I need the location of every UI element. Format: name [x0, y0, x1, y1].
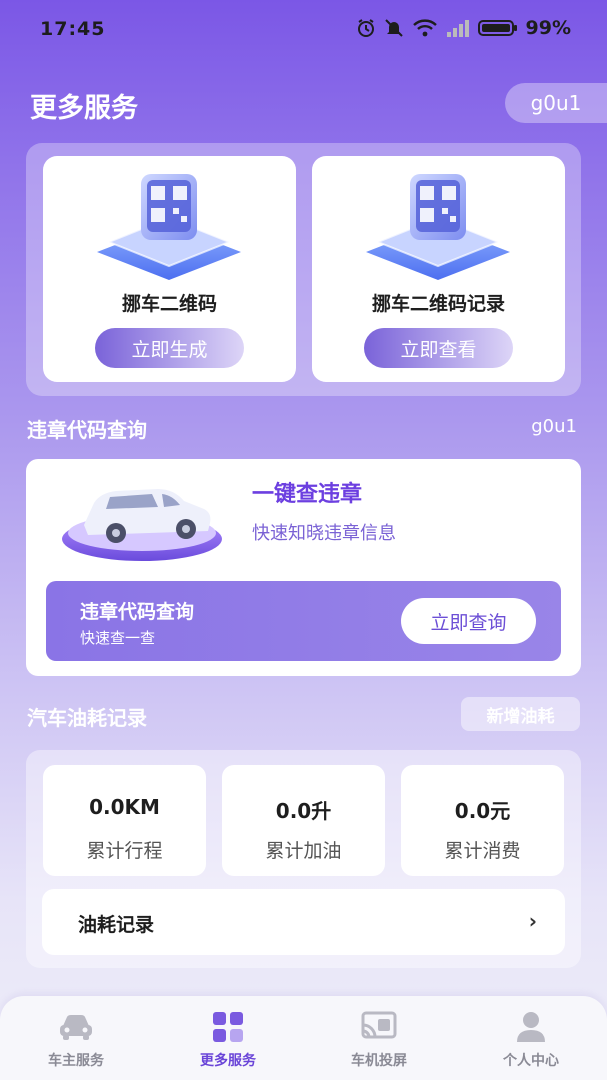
- violation-section-title: 违章代码查询: [27, 418, 147, 442]
- tab-car-cast[interactable]: 车机投屏: [314, 1010, 444, 1072]
- grid-icon: [213, 1012, 243, 1042]
- user-pill[interactable]: g0u1: [505, 83, 607, 123]
- tab-car-cast-label: 车机投屏: [351, 1053, 407, 1069]
- stat-value-cost: 0.0元: [454, 799, 511, 823]
- cast-icon: [361, 1011, 397, 1039]
- stat-card-fuel: 0.0升 累计加油: [222, 765, 385, 876]
- wifi-icon: [412, 19, 437, 37]
- stat-label-fuel: 累计加油: [265, 840, 342, 862]
- car-platform-icon: [62, 489, 222, 561]
- car-icon: [60, 1015, 92, 1040]
- tab-owner-service[interactable]: 车主服务: [11, 1010, 141, 1072]
- stat-value-mileage: 0.0KM: [89, 795, 160, 819]
- alarm-icon: [357, 19, 374, 37]
- qr-generate-button[interactable]: 立即生成: [95, 328, 244, 368]
- violation-card: 一键查违章 快速知晓违章信息 违章代码查询 快速查一查 立即查询: [26, 459, 581, 676]
- chevron-right-icon: ›: [528, 909, 537, 933]
- violation-bar-title: 违章代码查询: [80, 601, 195, 623]
- qr-generate-card[interactable]: 挪车二维码 立即生成: [43, 156, 296, 382]
- mute-icon: [384, 19, 403, 37]
- stat-value-fuel: 0.0升: [275, 799, 332, 823]
- tab-personal-center[interactable]: 个人中心: [466, 1010, 596, 1072]
- status-icons: 99%: [356, 17, 571, 39]
- violation-bar-subtitle: 快速查一查: [80, 629, 156, 647]
- battery-icon: [477, 20, 517, 36]
- qr-record-button[interactable]: 立即查看: [364, 328, 513, 368]
- qr-generate-title: 挪车二维码: [121, 293, 217, 315]
- fuel-panel: 0.0KM 累计行程 0.0升 累计加油 0.0元 累计消费 油耗记录 ›: [26, 750, 581, 968]
- tab-owner-service-label: 车主服务: [48, 1053, 104, 1069]
- person-icon: [517, 1012, 545, 1042]
- fuel-record-label: 油耗记录: [78, 914, 155, 936]
- stat-label-mileage: 累计行程: [86, 840, 163, 862]
- page-title: 更多服务: [30, 93, 138, 124]
- stat-card-cost: 0.0元 累计消费: [401, 765, 564, 876]
- qr-record-card[interactable]: 挪车二维码记录 立即查看: [312, 156, 565, 382]
- violation-subline: 快速知晓违章信息: [252, 523, 396, 544]
- add-fuel-button[interactable]: 新增油耗: [461, 697, 580, 731]
- status-time: 17:45: [40, 18, 106, 40]
- tab-more-services-label: 更多服务: [200, 1053, 256, 1069]
- fuel-section-title: 汽车油耗记录: [27, 706, 147, 730]
- stat-card-mileage: 0.0KM 累计行程: [43, 765, 206, 876]
- qr-panel: 挪车二维码 立即生成 挪车二维码记录 立即查看: [26, 143, 581, 396]
- violation-query-button[interactable]: 立即查询: [401, 598, 536, 644]
- qr-platform-icon: [97, 174, 241, 280]
- status-bar: 17:45 99%: [0, 0, 607, 58]
- violation-query-bar: 违章代码查询 快速查一查 立即查询: [46, 581, 561, 661]
- tab-personal-center-label: 个人中心: [503, 1053, 559, 1069]
- fuel-record-row[interactable]: 油耗记录 ›: [42, 889, 565, 955]
- qr-record-title: 挪车二维码记录: [371, 293, 505, 315]
- violation-headline: 一键查违章: [252, 482, 363, 507]
- bottom-tab-bar: 车主服务 更多服务 车机投屏 个人中心: [0, 996, 607, 1080]
- stat-label-cost: 累计消费: [444, 840, 521, 862]
- qr-platform-icon: [366, 174, 510, 280]
- violation-section-user: g0u1: [531, 416, 577, 437]
- tab-more-services[interactable]: 更多服务: [163, 1010, 293, 1072]
- signal-icon: [446, 20, 469, 37]
- battery-percent: 99%: [525, 17, 571, 39]
